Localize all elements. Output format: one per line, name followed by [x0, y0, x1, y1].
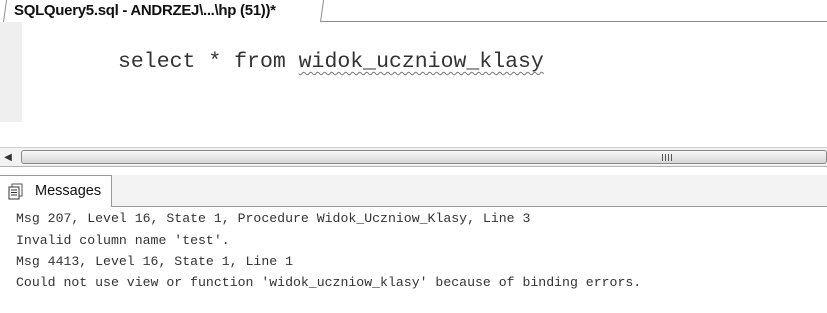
error-identifier: widok_uczniow_klasy: [298, 50, 544, 74]
keyword-from: from: [234, 50, 286, 74]
message-line: Msg 207, Level 16, State 1, Procedure Wi…: [16, 211, 531, 226]
keyword-select: select: [118, 50, 196, 74]
message-line: Msg 4413, Level 16, State 1, Line 1: [16, 254, 293, 269]
messages-pane[interactable]: Msg 207, Level 16, State 1, Procedure Wi…: [0, 207, 827, 313]
editor-margin: [0, 22, 22, 122]
document-tab-strip: SQLQuery5.sql - ANDRZEJ\...\hp (51))*: [0, 0, 827, 22]
scroll-left-arrow-icon[interactable]: ◀: [2, 151, 14, 165]
query-editor[interactable]: select * from widok_uczniow_klasy: [0, 22, 827, 147]
results-splitter[interactable]: [0, 167, 827, 175]
scroll-thumb[interactable]: [21, 150, 827, 164]
message-line: Could not use view or function 'widok_uc…: [16, 275, 642, 290]
results-tab-strip: Messages: [0, 175, 827, 207]
horizontal-scrollbar[interactable]: ◀: [0, 147, 827, 167]
tab-messages[interactable]: Messages: [0, 175, 112, 207]
messages-icon: [8, 183, 23, 200]
document-tab-title[interactable]: SQLQuery5.sql - ANDRZEJ\...\hp (51))*: [14, 2, 276, 19]
messages-tab-label: Messages: [35, 183, 102, 199]
thumb-grip-icon: [662, 154, 673, 161]
code-line[interactable]: select * from widok_uczniow_klasy: [118, 50, 544, 74]
message-line: Invalid column name 'test'.: [16, 233, 230, 248]
star-operator: *: [208, 50, 222, 74]
